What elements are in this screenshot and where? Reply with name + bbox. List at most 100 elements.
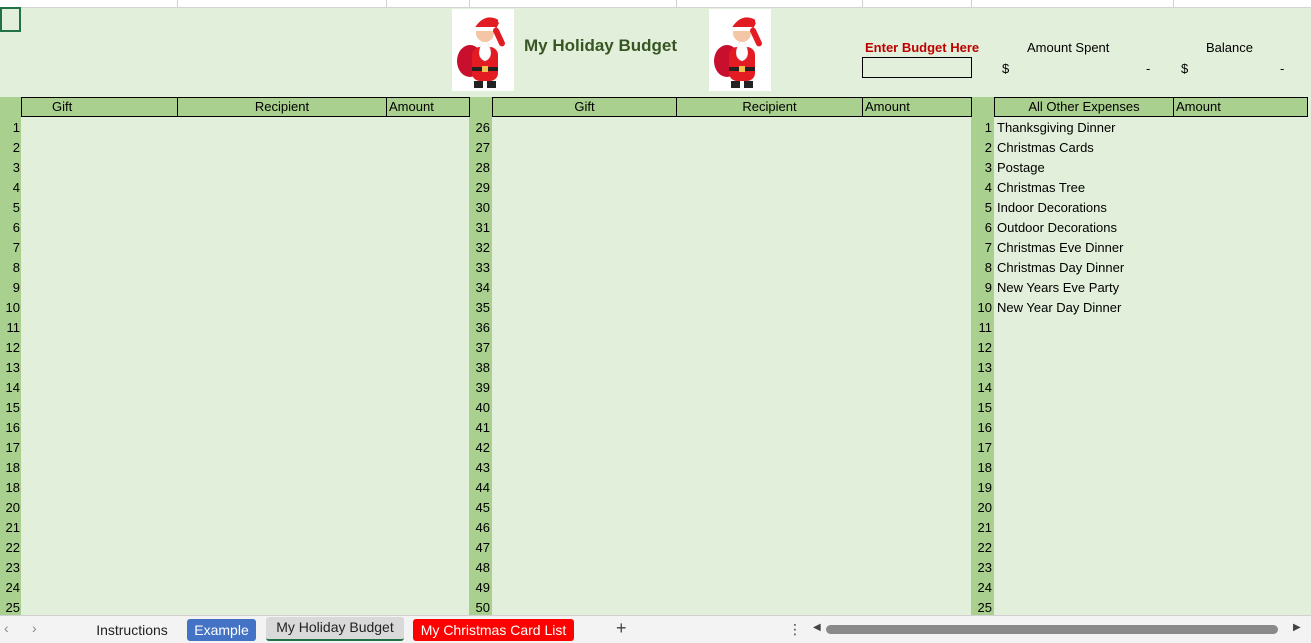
balance-value: - [1280,61,1285,76]
row-number: 47 [475,540,490,555]
row-number: 4 [12,180,20,195]
gift-table-1-header: Gift Recipient Amount [21,97,470,117]
row-number: 12 [5,340,20,355]
santa-image-left [452,9,514,91]
other-expenses-header: All Other Expenses Amount [994,97,1308,117]
tab-my-christmas-card-list[interactable]: My Christmas Card List [413,619,574,641]
expense-item[interactable]: Christmas Day Dinner [997,258,1124,278]
row-number: 34 [475,280,490,295]
row-number: 3 [12,160,20,175]
row-number: 1 [984,120,992,135]
row-number: 23 [5,560,20,575]
row-number: 11 [978,320,993,335]
row-number: 11 [6,320,21,335]
row-number: 36 [475,320,490,335]
header-amount[interactable]: Amount [1174,98,1307,116]
row-number: 31 [475,220,490,235]
row-number: 49 [475,580,490,595]
selected-cell[interactable] [0,7,21,32]
row-number: 15 [5,400,20,415]
header-recipient[interactable]: Recipient [677,98,863,116]
row-number: 8 [12,260,20,275]
row-number: 10 [5,300,20,315]
row-number: 28 [475,160,490,175]
row-number: 12 [977,340,992,355]
row-number: 1 [12,120,20,135]
row-number: 24 [5,580,20,595]
row-number: 18 [5,460,20,475]
gift-table-2-header: Gift Recipient Amount [492,97,972,117]
row-number: 21 [5,520,20,535]
row-number: 37 [475,340,490,355]
row-number: 35 [475,300,490,315]
row-number: 16 [977,420,992,435]
expense-item[interactable]: New Years Eve Party [997,278,1119,298]
row-number: 7 [984,240,992,255]
header-all-other-expenses[interactable]: All Other Expenses [995,98,1174,116]
balance-label: Balance [1206,40,1253,55]
column-header-strip [0,0,1311,8]
horizontal-scrollbar-thumb[interactable] [826,625,1278,634]
tab-example[interactable]: Example [187,619,256,641]
row-number: 20 [5,500,20,515]
header-recipient[interactable]: Recipient [178,98,387,116]
row-number: 29 [475,180,490,195]
chevron-left-icon[interactable]: ‹ [4,620,9,636]
row-number: 33 [475,260,490,275]
vertical-ellipsis-icon[interactable]: ⋮ [788,621,802,638]
row-number: 44 [475,480,490,495]
expense-item[interactable]: Outdoor Decorations [997,218,1117,238]
row-number: 10 [977,300,992,315]
row-number: 20 [977,500,992,515]
row-number: 24 [977,580,992,595]
column-separator [386,0,387,7]
row-number: 9 [12,280,20,295]
row-number: 14 [977,380,992,395]
row-number: 19 [977,480,992,495]
column-separator [971,0,972,7]
row-number: 42 [475,440,490,455]
row-number: 2 [984,140,992,155]
row-number: 22 [5,540,20,555]
plus-icon[interactable]: + [616,618,627,639]
amount-spent-value: - [1146,61,1151,76]
tab-my-holiday-budget[interactable]: My Holiday Budget [266,617,404,641]
expense-item[interactable]: Postage [997,158,1045,178]
column-separator [1173,0,1174,7]
column-separator [177,0,178,7]
row-number: 48 [475,560,490,575]
row-number: 5 [12,200,20,215]
row-number: 43 [475,460,490,475]
amount-spent-label: Amount Spent [1027,40,1110,55]
scroll-left-icon[interactable]: ◀ [813,622,821,633]
row-number: 7 [12,240,20,255]
row-number: 9 [984,280,992,295]
column-separator [469,0,470,7]
column-separator [862,0,863,7]
row-number: 38 [475,360,490,375]
header-gift[interactable]: Gift [22,98,178,116]
row-number: 27 [475,140,490,155]
tab-instructions[interactable]: Instructions [86,619,178,641]
budget-label: Enter Budget Here [865,40,980,55]
chevron-right-icon[interactable]: › [32,620,37,636]
budget-input-cell[interactable] [862,57,972,78]
row-number: 45 [475,500,490,515]
expense-item[interactable]: Christmas Cards [997,138,1094,158]
row-number: 8 [984,260,992,275]
expense-item[interactable]: Indoor Decorations [997,198,1107,218]
amount-spent-currency: $ [1002,61,1010,76]
row-number: 46 [475,520,490,535]
header-amount[interactable]: Amount [863,98,971,116]
row-number: 13 [977,360,992,375]
row-number: 2 [12,140,20,155]
row-number: 13 [5,360,20,375]
expense-item[interactable]: Christmas Tree [997,178,1085,198]
expense-item[interactable]: Christmas Eve Dinner [997,238,1123,258]
santa-image-right [709,9,771,91]
expense-item[interactable]: New Year Day Dinner [997,298,1121,318]
header-amount[interactable]: Amount [387,98,469,116]
expense-item[interactable]: Thanksgiving Dinner [997,118,1116,138]
scroll-right-icon[interactable]: ▶ [1293,622,1301,633]
header-gift[interactable]: Gift [493,98,677,116]
